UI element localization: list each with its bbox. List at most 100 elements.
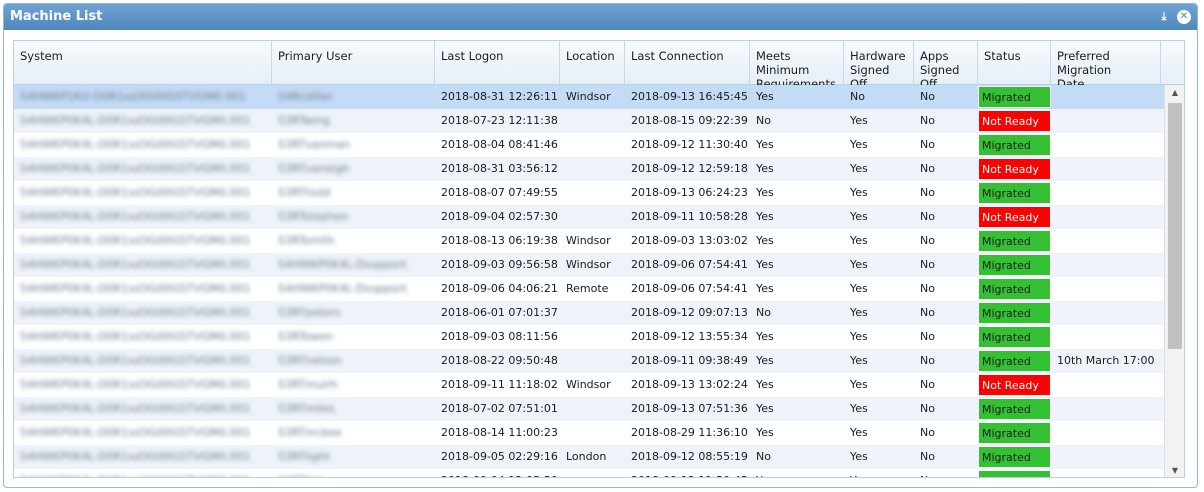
col-preferred-migration-date-header[interactable]: Preferred Migration Date	[1051, 41, 1161, 85]
last-logon-cell: 2018-09-03 09:56:58	[441, 258, 558, 271]
table-row[interactable]: S4HWKP0K4L-D0R1xd3G00GSTVGM0.001 S3RTstep…	[14, 205, 1164, 229]
preferred-migration-date-cell	[1051, 277, 1161, 301]
last-logon-cell: 2018-08-31 03:56:12	[441, 162, 558, 175]
status-badge: Migrated	[978, 86, 1051, 108]
meets-minimum-cell: No	[756, 306, 771, 319]
apps-signed-off-cell: No	[920, 378, 935, 391]
meets-minimum-cell: Yes	[756, 186, 774, 199]
primary-user-cell: S4HWKP0K4L-Dsupport	[278, 282, 407, 295]
preferred-migration-date-cell	[1051, 253, 1161, 277]
table-row[interactable]: S4HWKP0K4L-D0R1xd3G00GSTVGM0.001 S3RTvanm…	[14, 133, 1164, 157]
apps-signed-off-cell: No	[914, 469, 978, 477]
col-hardware-signed-off-header[interactable]: Hardware Signed Off	[844, 41, 914, 85]
vertical-scrollbar[interactable]: ▲ ▼	[1164, 85, 1184, 477]
table-row[interactable]: S4HWKP0K4L-D0R1xd3G00GSTVGM0.001 S4HWKP0K…	[14, 253, 1164, 277]
status-badge: Migrated	[978, 350, 1051, 372]
primary-user-cell: S3RTvanman	[278, 138, 351, 151]
hardware-signed-off-cell: Yes	[844, 469, 914, 477]
col-last-connection-header[interactable]: Last Connection	[625, 41, 750, 85]
table-row[interactable]: S4HWKP0K4L-D0R1xd3G00GSTVGM0.001 S3RTowen…	[14, 325, 1164, 349]
preferred-migration-date-cell	[1051, 421, 1161, 445]
primary-user-cell: S3RTmckee	[278, 426, 342, 439]
last-logon-cell: 2018-09-11 11:18:02	[441, 378, 558, 391]
apps-signed-off-cell: No	[920, 258, 935, 271]
primary-user-cell: S3RTtodd	[278, 186, 331, 199]
scroll-up-icon[interactable]: ▲	[1165, 85, 1184, 101]
apps-signed-off-cell: No	[920, 330, 935, 343]
primary-user-cell: S3RTkim	[272, 469, 435, 477]
close-icon[interactable]: ✕	[1177, 10, 1191, 24]
col-meets-minimum-header[interactable]: Meets Minimum Requirements	[750, 41, 844, 85]
hardware-signed-off-cell: Yes	[850, 330, 868, 343]
col-location-header[interactable]: Location	[560, 41, 625, 85]
status-badge: Migrated	[978, 182, 1051, 204]
status-badge: Migrated	[978, 278, 1051, 300]
hardware-signed-off-cell: Yes	[850, 450, 868, 463]
location-cell	[560, 349, 625, 373]
table-row[interactable]: S4HWKP0K4L-D0R1xd3G00GSTVGM0.001 S3RTligh…	[14, 445, 1164, 469]
table-row[interactable]: S4HWKP0K4L-D0R1xd3G00GSTVGM0.001S3RTkim2…	[14, 469, 1164, 477]
primary-user-cell: S3RTowen	[278, 330, 334, 343]
system-cell: S4HWKP0K4L-D0R1xd3G00GSTVGM0.001	[20, 402, 251, 415]
download-icon[interactable]: ⤓	[1157, 10, 1171, 24]
table-row[interactable]: S4HWKP0K4L-D0R1xd3G00GSTVGM0.001 S3RTnels…	[14, 349, 1164, 373]
last-logon-cell: 2018-09-05 02:29:16	[441, 450, 558, 463]
table-row[interactable]: S4HWKP1KG-D0R1xd3G00GSTVGM0.001 S4Rcollie…	[14, 85, 1164, 109]
col-status-header[interactable]: Status	[978, 41, 1051, 85]
hardware-signed-off-cell: No	[850, 90, 865, 103]
preferred-migration-date-cell	[1051, 205, 1161, 229]
col-last-logon-header[interactable]: Last Logon	[435, 41, 560, 85]
table-row[interactable]: S4HWKP0K4L-D0R1xd3G00GSTVGM0.001 S3RTsmit…	[14, 229, 1164, 253]
system-cell: S4HWKP0K4L-D0R1xd3G00GSTVGM0.001	[20, 114, 251, 127]
system-cell: S4HWKP0K4L-D0R1xd3G00GSTVGM0.001	[20, 234, 251, 247]
apps-signed-off-cell: No	[920, 234, 935, 247]
status-badge: Not Ready	[978, 374, 1051, 396]
last-connection-cell: 2018-09-13 07:51:36	[631, 402, 748, 415]
hardware-signed-off-cell: Yes	[850, 306, 868, 319]
preferred-migration-date-cell: 10th March 17:00	[1057, 354, 1155, 367]
location-cell	[560, 157, 625, 181]
scroll-down-icon[interactable]: ▼	[1165, 463, 1184, 477]
primary-user-cell: S3RTmuirh	[278, 378, 338, 391]
preferred-migration-date-cell	[1051, 157, 1161, 181]
preferred-migration-date-cell	[1051, 445, 1161, 469]
last-connection-cell: 2018-09-03 13:03:02	[631, 234, 748, 247]
status-badge: Migrated	[978, 254, 1051, 276]
table-row[interactable]: S4HWKP0K4L-D0R1xd3G00GSTVGM0.001 S3RTtodd…	[14, 181, 1164, 205]
location-cell: Windsor	[566, 90, 611, 103]
hardware-signed-off-cell: Yes	[850, 258, 868, 271]
table-row[interactable]: S4HWKP0K4L-D0R1xd3G00GSTVGM0.001 S4HWKP0K…	[14, 277, 1164, 301]
system-cell: S4HWKP0K4L-D0R1xd3G00GSTVGM0.001	[20, 330, 251, 343]
location-cell	[560, 109, 625, 133]
system-cell: S4HWKP0K4L-D0R1xd3G00GSTVGM0.001	[20, 282, 251, 295]
col-primary-user-header[interactable]: Primary User	[272, 41, 435, 85]
hardware-signed-off-cell: Yes	[850, 162, 868, 175]
table-row[interactable]: S4HWKP0K4L-D0R1xd3G00GSTVGM0.001 S3RTwing…	[14, 109, 1164, 133]
location-cell	[560, 133, 625, 157]
last-logon-cell: 2018-07-23 12:11:38	[441, 114, 558, 127]
table-row[interactable]: S4HWKP0K4L-D0R1xd3G00GSTVGM0.001 S3RTpete…	[14, 301, 1164, 325]
status-badge: Migrated	[978, 470, 1051, 477]
table-row[interactable]: S4HWKP0K4L-D0R1xd3G00GSTVGM0.001 S3RTmile…	[14, 397, 1164, 421]
status-badge: Migrated	[978, 422, 1051, 444]
last-logon-cell: 2018-08-22 09:50:48	[441, 354, 558, 367]
status-badge: Migrated	[978, 302, 1051, 324]
last-logon-cell: 2018-09-06 04:06:21	[441, 282, 558, 295]
location-cell	[560, 301, 625, 325]
table-row[interactable]: S4HWKP0K4L-D0R1xd3G00GSTVGM0.001 S3RTmcke…	[14, 421, 1164, 445]
table-row[interactable]: S4HWKP0K4L-D0R1xd3G00GSTVGM0.001 S3RTvane…	[14, 157, 1164, 181]
system-cell: S4HWKP0K4L-D0R1xd3G00GSTVGM0.001	[20, 162, 251, 175]
meets-minimum-cell: Yes	[756, 138, 774, 151]
preferred-migration-date-cell	[1051, 325, 1161, 349]
system-cell: S4HWKP0K4L-D0R1xd3G00GSTVGM0.001	[20, 258, 251, 271]
col-apps-signed-off-header[interactable]: Apps Signed Off	[914, 41, 978, 85]
col-system-header[interactable]: System	[14, 41, 272, 85]
scroll-thumb[interactable]	[1168, 103, 1182, 349]
hardware-signed-off-cell: Yes	[850, 378, 868, 391]
primary-user-cell: S3RTmiles	[278, 402, 335, 415]
meets-minimum-cell: Yes	[756, 426, 774, 439]
table-row[interactable]: S4HWKP0K4L-D0R1xd3G00GSTVGM0.001 S3RTmuir…	[14, 373, 1164, 397]
last-connection-cell: 2018-08-29 11:36:10	[631, 426, 748, 439]
last-connection-cell: 2018-09-11 10:58:28	[631, 210, 748, 223]
system-cell: S4HWKP0K4L-D0R1xd3G00GSTVGM0.001	[20, 450, 251, 463]
